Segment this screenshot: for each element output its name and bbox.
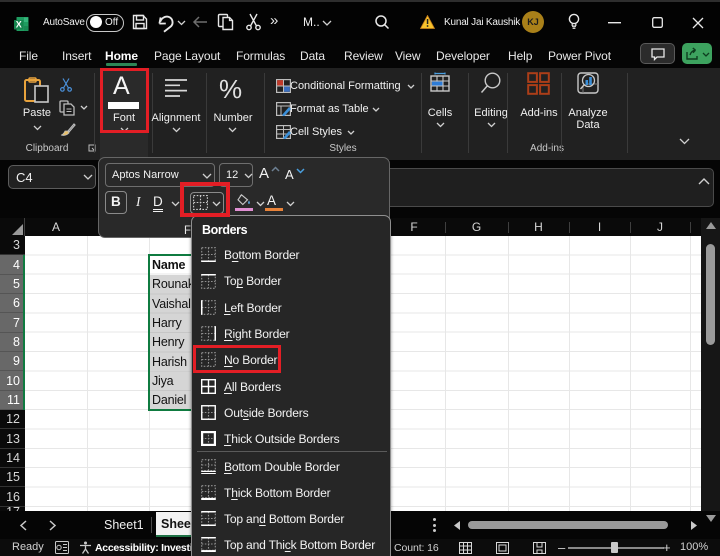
svg-text:X: X	[16, 19, 22, 29]
